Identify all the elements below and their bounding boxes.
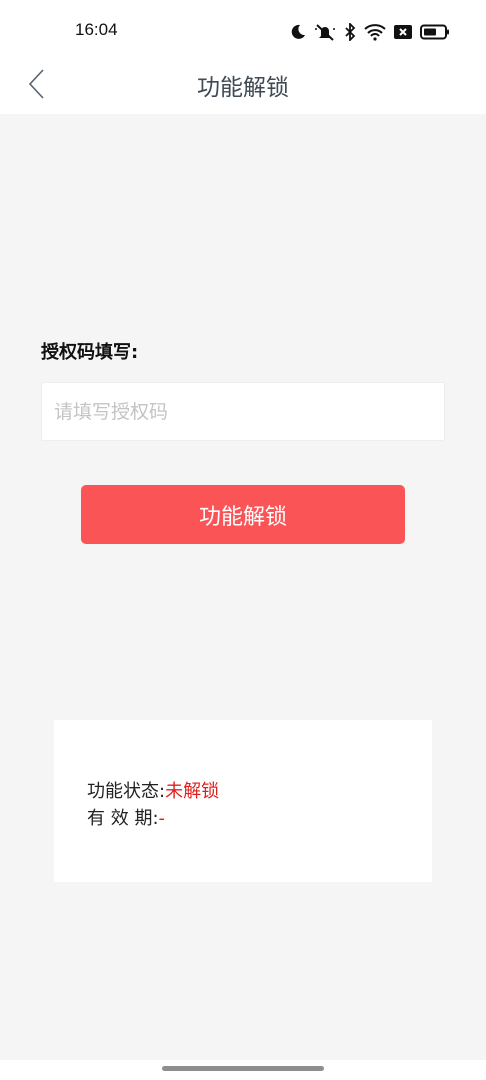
status-value: 未解锁 — [165, 781, 220, 802]
auth-code-label: 授权码填写: — [41, 342, 139, 363]
status-label: 功能状态: — [87, 781, 166, 802]
mute-bell-icon — [315, 24, 335, 41]
validity-value: - — [158, 808, 166, 829]
page-title: 功能解锁 — [197, 75, 289, 101]
unlock-button[interactable]: 功能解锁 — [81, 485, 405, 544]
home-indicator[interactable] — [162, 1066, 324, 1071]
validity-row: 有 效 期:- — [87, 804, 165, 830]
nav-bar: 功能解锁 — [0, 62, 486, 114]
auth-code-input[interactable] — [41, 382, 445, 441]
status-card: 功能状态:未解锁 有 效 期:- — [54, 720, 432, 882]
bluetooth-icon — [345, 23, 356, 41]
main-content: 授权码填写: 功能解锁 功能状态:未解锁 有 效 期:- — [0, 114, 486, 1060]
close-box-icon — [394, 25, 412, 39]
moon-icon — [291, 24, 305, 39]
status-icons — [290, 20, 450, 44]
status-bar: 16:04 — [0, 0, 486, 62]
battery-icon — [420, 24, 449, 40]
validity-label: 有 效 期: — [87, 808, 159, 829]
status-row: 功能状态:未解锁 — [87, 777, 219, 803]
wifi-icon — [364, 24, 386, 41]
status-time: 16:04 — [75, 20, 118, 39]
